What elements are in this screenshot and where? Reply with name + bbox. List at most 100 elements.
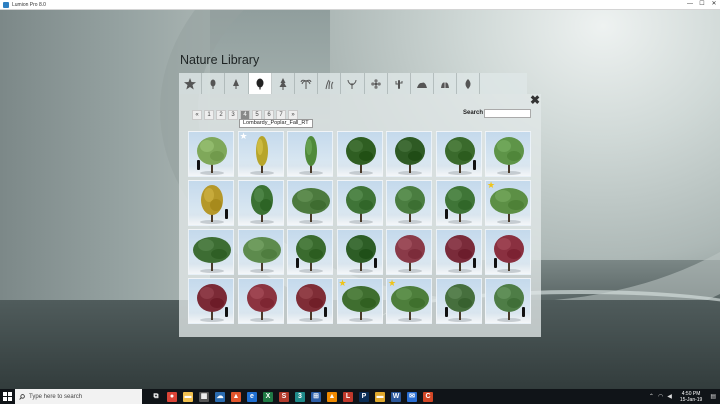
tree-thumbnail[interactable]	[237, 278, 284, 324]
library-close-button[interactable]: ✖	[529, 94, 541, 106]
brave-icon[interactable]: ▲	[231, 391, 241, 402]
app-icon[interactable]: C	[423, 391, 433, 402]
tree-image	[444, 186, 475, 224]
tree-thumbnail[interactable]	[237, 229, 284, 275]
window-titlebar: Lumion Pro 8.0 — ☐ ✕	[0, 0, 720, 10]
tab-conifer[interactable]	[225, 73, 249, 94]
tab-star[interactable]	[179, 73, 203, 94]
minimize-button[interactable]: —	[684, 0, 696, 9]
tree-thumbnail[interactable]	[435, 278, 482, 324]
tree-image	[494, 235, 524, 273]
tree-thumbnail[interactable]	[188, 278, 234, 324]
tab-grass[interactable]	[318, 73, 342, 94]
tree-image	[444, 235, 475, 273]
favorite-star-icon[interactable]: ★	[339, 279, 347, 288]
lumion-icon[interactable]: L	[343, 391, 353, 402]
scale-figure	[444, 307, 448, 317]
tab-small-tree[interactable]	[202, 73, 226, 94]
clock[interactable]: 4:50 PM 15-Jan-19	[680, 391, 703, 403]
cloud-icon[interactable]: ☁	[215, 391, 225, 402]
tree-thumbnail[interactable]	[188, 229, 234, 275]
category-tabs	[179, 73, 527, 94]
tree-thumbnail[interactable]	[188, 131, 234, 177]
tab-cactus[interactable]	[388, 73, 411, 94]
tree-thumbnail[interactable]	[287, 180, 333, 226]
taskbar-search-box[interactable]: Type here to search	[15, 389, 142, 404]
3ds-icon[interactable]: 3	[295, 391, 305, 402]
tab-palm-tree[interactable]	[295, 73, 319, 94]
notification-icon[interactable]: ▤	[710, 393, 716, 400]
tree-thumbnail[interactable]	[287, 229, 333, 275]
folder-icon[interactable]: ▬	[375, 391, 385, 402]
favorite-star-icon[interactable]: ★	[388, 279, 396, 288]
search-input[interactable]	[484, 109, 531, 118]
tree-grid: ★ ★ ★ ★	[188, 131, 534, 324]
palm-tree-icon	[300, 79, 312, 89]
tab-bush[interactable]	[434, 73, 458, 94]
tree-thumbnail[interactable]	[435, 180, 482, 226]
search-icon	[19, 393, 25, 400]
excel-icon[interactable]: X	[263, 391, 273, 402]
chevron-up-icon[interactable]: ⌃	[649, 393, 654, 400]
tree-thumbnail[interactable]	[188, 180, 234, 226]
tree-image	[200, 185, 224, 224]
tab-plant[interactable]	[341, 73, 365, 94]
vlc-icon[interactable]: ▲	[327, 391, 337, 402]
tree-thumbnail[interactable]: ★	[485, 180, 531, 226]
word-icon[interactable]: W	[391, 391, 401, 402]
scale-figure	[472, 258, 476, 268]
tree-thumbnail[interactable]: ★	[386, 278, 432, 324]
tree-thumbnail[interactable]	[386, 229, 432, 275]
file-explorer-icon[interactable]: ▬	[183, 391, 193, 402]
chrome-icon[interactable]: ●	[167, 391, 177, 402]
tree-thumbnail[interactable]	[237, 180, 284, 226]
tree-thumbnail[interactable]	[386, 131, 432, 177]
tree-thumbnail[interactable]	[336, 229, 383, 275]
tab-leaf[interactable]	[457, 73, 481, 94]
tree-thumbnail[interactable]	[485, 278, 531, 324]
photoshop-icon[interactable]: P	[359, 391, 369, 402]
rock-icon	[416, 82, 427, 88]
favorite-star-icon[interactable]: ★	[240, 132, 248, 141]
tab-pine-tree[interactable]	[272, 73, 295, 94]
maximize-button[interactable]: ☐	[696, 0, 708, 9]
tab-rock[interactable]	[411, 73, 435, 94]
tree-thumbnail[interactable]	[485, 229, 531, 275]
pager-prev-button[interactable]: «	[192, 110, 202, 120]
tree-image	[296, 235, 326, 273]
tab-broadleaf-tree[interactable]	[248, 73, 272, 94]
tree-thumbnail[interactable]	[336, 180, 383, 226]
tree-thumbnail[interactable]: ★	[237, 131, 284, 177]
taskbar-apps: ⧉ ● ▬ ▦ ☁ ▲ e X S 3 ⊞ ▲ L P ▬ W ✉ C	[148, 391, 436, 402]
wifi-icon[interactable]: ◠	[658, 393, 663, 400]
calculator-icon[interactable]: ▦	[199, 391, 209, 402]
taskbar: Type here to search ⧉ ● ▬ ▦ ☁ ▲ e X S 3 ⊞ ▲ L P ▬ W ✉ C	[0, 389, 720, 404]
tree-thumbnail[interactable]: ★	[336, 278, 383, 324]
tree-thumbnail[interactable]	[386, 180, 432, 226]
window-close-button[interactable]: ✕	[708, 0, 720, 9]
tree-thumbnail[interactable]	[435, 131, 482, 177]
search-label: Search	[463, 110, 484, 116]
tree-thumbnail[interactable]	[287, 278, 333, 324]
tree-thumbnail[interactable]	[435, 229, 482, 275]
volume-icon[interactable]: ◀	[667, 393, 672, 400]
tree-image	[345, 235, 376, 273]
task-view-icon[interactable]: ⧉	[151, 391, 161, 402]
tree-image	[197, 137, 227, 175]
network-icon[interactable]: ⊞	[311, 391, 321, 402]
tab-flower[interactable]	[365, 73, 388, 94]
page-button[interactable]: 3	[228, 110, 238, 120]
page-button[interactable]: 1	[204, 110, 214, 120]
edge-icon[interactable]: e	[247, 391, 257, 402]
tree-thumbnail[interactable]	[336, 131, 383, 177]
favorite-star-icon[interactable]: ★	[487, 181, 495, 190]
scale-figure	[373, 258, 377, 268]
sketchup-icon[interactable]: S	[279, 391, 289, 402]
mail-icon[interactable]: ✉	[407, 391, 417, 402]
tree-image	[345, 186, 376, 224]
tree-image	[296, 284, 326, 322]
start-button[interactable]	[0, 389, 15, 404]
tree-thumbnail[interactable]	[485, 131, 531, 177]
page-button[interactable]: 2	[216, 110, 226, 120]
tree-thumbnail[interactable]	[287, 131, 333, 177]
